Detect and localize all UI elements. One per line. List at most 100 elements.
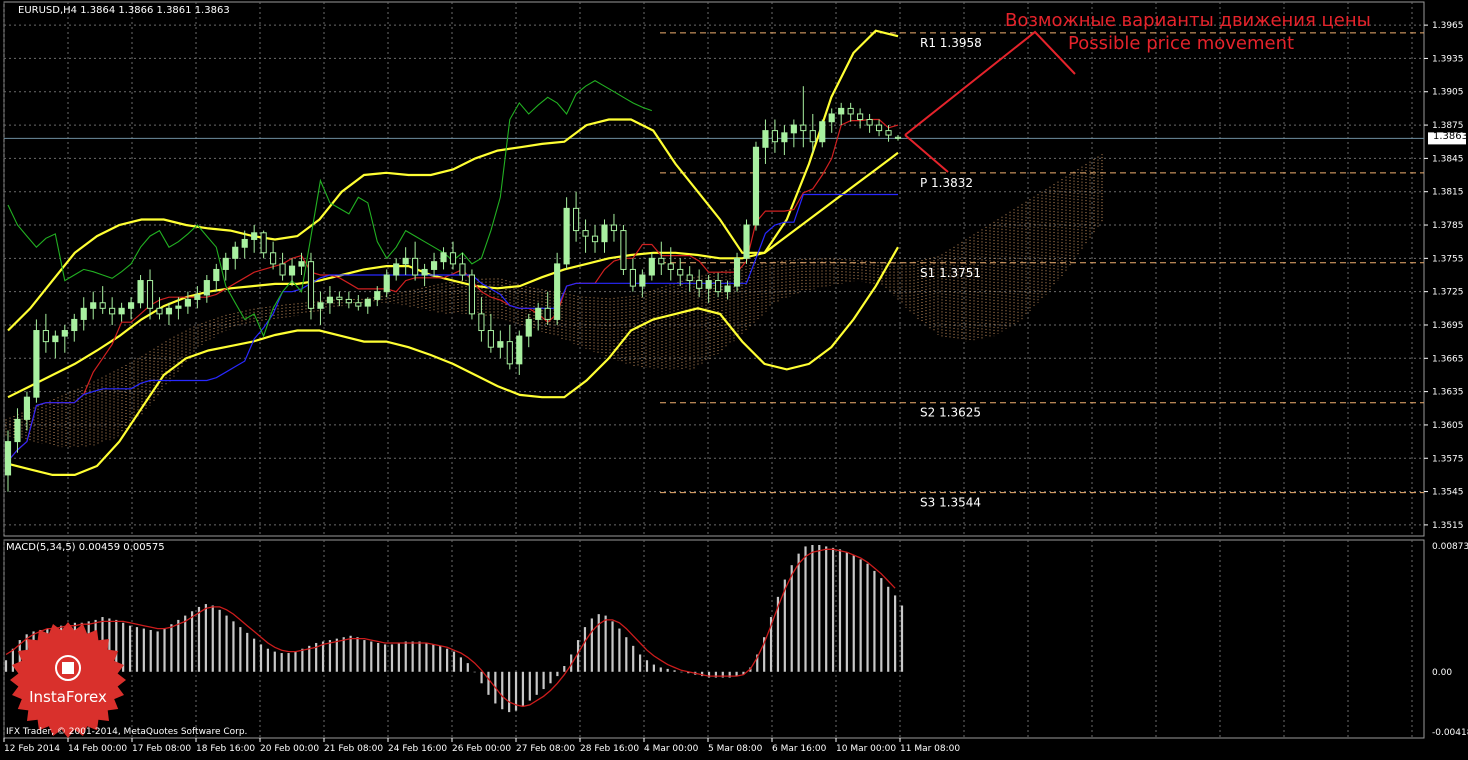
y-tick-label: 1.3965 [1432,21,1464,31]
macd-bar [273,651,276,672]
candle-body-bear [885,130,892,136]
instaforex-logo [10,622,126,738]
candle-body-bull [203,280,210,296]
macd-bar [239,627,242,672]
macd-bar [418,641,421,672]
macd-bar [356,637,359,672]
macd-bar [177,619,180,672]
macd-bar [811,544,814,672]
candle-body-bull [724,285,731,293]
macd-bar [342,637,345,672]
x-tick-label: 20 Feb 00:00 [260,744,319,754]
macd-bar [590,618,593,672]
candle-body-bull [430,261,438,270]
y-tick-label: 1.3575 [1432,454,1464,464]
candle-body-bull [383,274,390,293]
candle-body-bull [241,238,248,248]
candle-body-bull [90,302,97,309]
candle-body-bull [298,261,305,267]
candle-body-bull [128,302,135,309]
candle-body-bull [80,307,87,320]
candle-body-bull [790,124,797,134]
macd-bar [163,628,166,672]
candle-body-bear [279,263,286,276]
macd-bar [535,671,538,695]
macd-bar [370,641,373,672]
candle-body-bull [184,298,191,307]
macd-bar [825,546,828,672]
candle-body-bull [705,280,712,289]
candle-body-bull [52,335,59,343]
candle-body-bull [525,318,532,337]
candle-body-bull [71,318,78,332]
macd-bar [549,671,552,684]
x-tick-label: 11 Mar 08:00 [900,744,960,754]
candle-body-bear [696,280,703,289]
symbol-label: EURUSD,H4 1.3864 1.3866 1.3861 1.3863 [18,5,230,16]
macd-bar [508,671,511,713]
x-tick-label: 5 Mar 08:00 [708,744,763,754]
candle-body-bull [222,257,229,270]
candle-body-bull [232,246,239,259]
macd-bar [790,565,793,672]
macd-bar [838,549,842,672]
macd-bar [673,670,676,672]
macd-bar [232,621,235,672]
candle-body-bull [317,302,324,309]
annotation-ru: Возможные варианты движения цены [1005,10,1371,31]
candle-body-bear [355,302,362,307]
candle-body-bull [838,107,845,115]
candle-body-bull [781,132,788,143]
macd-bar [308,645,311,672]
macd-bar [363,640,366,672]
candle-body-bull [516,335,523,365]
x-tick-label: 12 Feb 2014 [4,744,60,754]
candle-body-bear [610,224,618,232]
candle-body-bull [752,146,760,226]
macd-bar [831,547,835,672]
macd-bar [266,648,270,672]
y-tick-label: 1.3635 [1432,388,1464,398]
candle-body-bear [771,130,778,143]
candle-body-bear [345,298,352,304]
candle [733,252,741,292]
macd-bar [556,671,559,677]
macd-bar [521,671,525,707]
candle-body-bear [270,252,277,265]
pivot-label-S3: S3 1.3544 [920,496,981,510]
macd-bar [859,559,862,672]
candle-body-bear [42,330,49,343]
macd-bar [425,642,428,672]
macd-bar [253,638,256,672]
x-tick-label: 6 Mar 16:00 [772,744,827,754]
candle-body-bull [393,263,400,276]
macd-bar [480,671,483,684]
candle-body-bear [857,113,864,121]
candle-body-bear [875,124,883,132]
macd-bar [204,604,207,672]
candle-body-bear [468,274,476,315]
candle-body-bull [175,305,182,309]
macd-bar [452,651,456,672]
candle-body-bear [677,268,684,276]
candle-body-bull [61,330,68,337]
macd-bar [563,666,566,672]
y-tick-label: 1.3755 [1432,254,1464,264]
candle-body-bull [733,257,741,287]
candle-body-bull [828,113,835,123]
macd-bar [432,644,435,672]
chart-canvas[interactable]: R1 1.3958 P 1.3832 S1 1.3751 S2 1.3625 S3 1.… [0,0,1468,756]
macd-bar [383,644,387,672]
candle-body-bear [573,207,580,232]
y-tick-label: 1.3815 [1432,188,1464,198]
macd-bar [184,615,187,672]
macd-bar [866,563,869,672]
macd-bar [680,671,683,673]
candle-body-bear [544,307,551,320]
candle [620,225,627,275]
candle-body-bear [478,313,485,332]
macd-bar [287,653,290,672]
candle-body-bear [847,107,854,115]
candle-body-bear [686,274,693,282]
candle [752,141,760,231]
